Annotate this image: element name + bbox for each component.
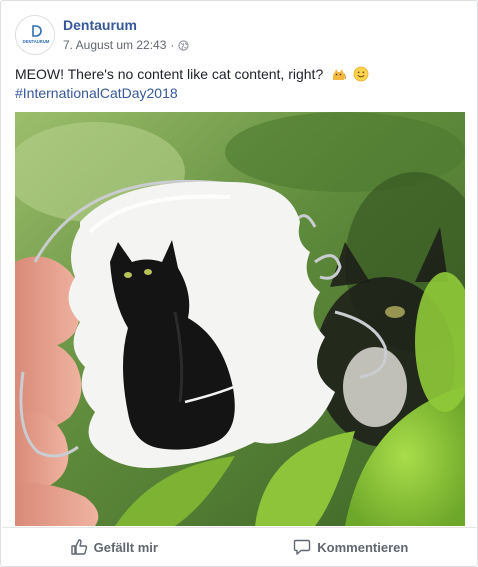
comment-icon [294, 539, 311, 555]
comment-button[interactable]: Kommentieren [283, 534, 418, 560]
facebook-post-card: DENTAURUM Dentaurum 7. August um 22:43 ·… [0, 0, 478, 567]
hashtag-link[interactable]: #InternationalCatDay2018 [15, 84, 465, 103]
thumbs-up-icon [70, 539, 87, 555]
like-label: Gefällt mir [93, 539, 158, 555]
avatar-logo-text: DENTAURUM [23, 39, 50, 44]
meta-separator: · [170, 38, 175, 52]
comment-label: Kommentieren [317, 539, 409, 555]
like-button[interactable]: Gefällt mir [60, 534, 168, 560]
smile-emoji-icon [353, 66, 369, 82]
timestamp[interactable]: 7. August um 22:43 [63, 38, 166, 52]
page-avatar[interactable]: DENTAURUM [15, 15, 55, 55]
post-text: MEOW! There's no content like cat conten… [15, 66, 324, 82]
dentaurum-logo-icon: DENTAURUM [16, 16, 54, 54]
cat-retainer-image [15, 112, 465, 526]
page-name-link[interactable]: Dentaurum [63, 17, 137, 33]
post-meta: 7. August um 22:43 · [63, 38, 190, 52]
post-message: MEOW! There's no content like cat conten… [15, 65, 465, 103]
globe-icon[interactable] [178, 39, 190, 51]
cat-emoji-icon [332, 69, 347, 80]
post-actions-bar: Gefällt mir Kommentieren [2, 527, 476, 566]
post-header: DENTAURUM Dentaurum 7. August um 22:43 · [15, 15, 455, 55]
post-photo[interactable] [15, 112, 465, 526]
